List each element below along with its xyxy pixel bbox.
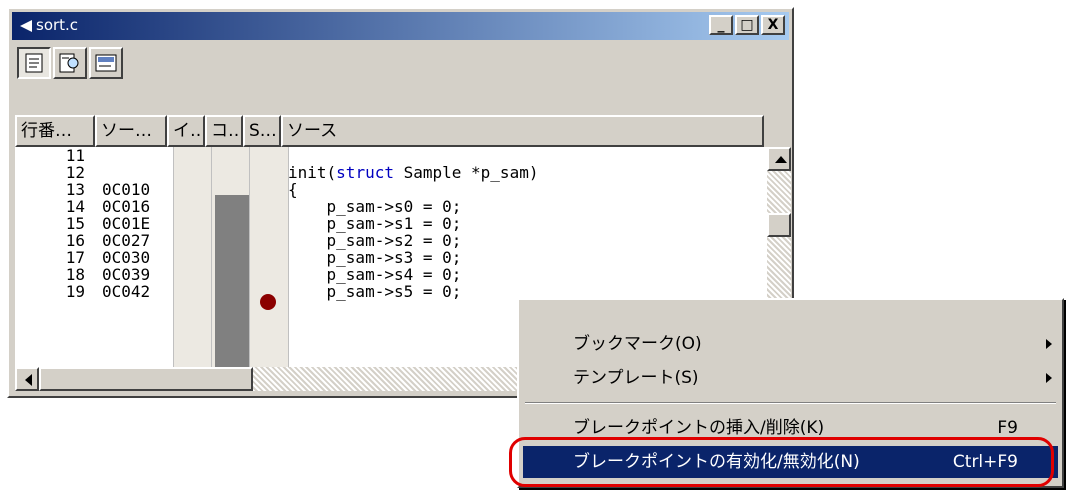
arrow-left-icon (25, 374, 32, 386)
horizontal-scroll-thumb[interactable] (39, 367, 253, 391)
vertical-scroll-thumb[interactable] (767, 213, 791, 237)
line-number: 19 (65, 282, 85, 301)
line-number-column: 11 12 13 14 15 16 17 18 19 (15, 147, 95, 367)
header-source[interactable]: ソース (281, 115, 764, 147)
menu-separator (525, 402, 1056, 404)
address: 0C010 (102, 180, 151, 199)
address (97, 164, 173, 181)
source-line: p_sam->s2 = 0; (288, 231, 462, 250)
coverage-bar (215, 195, 249, 367)
mixed-view-icon (59, 53, 79, 73)
menu-item-bookmark[interactable]: ブックマーク(O) (523, 328, 1058, 360)
disassembly-view-icon (95, 54, 117, 72)
address: 0C030 (102, 248, 151, 267)
line-number: 15 (65, 214, 85, 233)
header-line-number[interactable]: 行番… (15, 115, 95, 147)
header-s-break[interactable]: S… (243, 115, 281, 147)
address: 0C01E (102, 214, 151, 233)
window-icon (20, 20, 32, 32)
source-line: { (288, 180, 298, 199)
highlight-annotation (509, 437, 1054, 487)
scroll-up-button[interactable] (767, 147, 791, 171)
line-number: 11 (65, 147, 85, 165)
source-line: p_sam->s3 = 0; (288, 248, 462, 267)
source-view-icon (25, 53, 43, 73)
minimize-button[interactable]: _ (709, 15, 733, 35)
title-bar[interactable]: sort.c _ □ X (12, 12, 789, 40)
address-column: 0C010 0C016 0C01E 0C027 0C030 0C039 0C04… (97, 147, 173, 367)
header-coverage[interactable]: コ… (205, 115, 243, 147)
address: 0C042 (102, 282, 151, 301)
submenu-arrow-icon (1046, 339, 1052, 349)
menu-item-template[interactable]: テンプレート(S) (523, 362, 1058, 394)
maximize-button[interactable]: □ (735, 15, 759, 35)
line-number: 12 (65, 163, 85, 182)
source-line: p_sam->s4 = 0; (288, 265, 462, 284)
window-title: sort.c (36, 16, 79, 34)
line-number: 16 (65, 231, 85, 250)
address: 0C039 (102, 265, 151, 284)
breakpoint-marker-icon[interactable] (260, 294, 276, 310)
event-column[interactable] (173, 147, 212, 367)
address: 0C027 (102, 231, 151, 250)
header-address[interactable]: ソー… (95, 115, 167, 147)
source-line (288, 147, 767, 164)
column-headers: 行番… ソー… イ… コ… S… ソース (15, 115, 764, 147)
line-number: 18 (65, 265, 85, 284)
arrow-up-icon (775, 156, 787, 163)
line-number: 13 (65, 180, 85, 199)
address: 0C016 (102, 197, 151, 216)
address (97, 147, 173, 164)
keyword: struct (336, 163, 394, 182)
line-number: 17 (65, 248, 85, 267)
disassembly-view-button[interactable] (89, 47, 123, 79)
mixed-view-button[interactable] (53, 47, 87, 79)
scroll-left-button[interactable] (15, 367, 39, 391)
submenu-arrow-icon (1046, 373, 1052, 383)
source-line: init(struct Sample *p_sam) (288, 163, 539, 182)
header-event[interactable]: イ… (167, 115, 205, 147)
source-view-button[interactable] (17, 47, 51, 79)
line-number: 14 (65, 197, 85, 216)
source-line: p_sam->s0 = 0; (288, 197, 462, 216)
source-line: p_sam->s1 = 0; (288, 214, 462, 233)
close-button[interactable]: X (761, 15, 785, 35)
view-toolbar (17, 47, 123, 81)
s-break-column[interactable] (249, 147, 289, 367)
